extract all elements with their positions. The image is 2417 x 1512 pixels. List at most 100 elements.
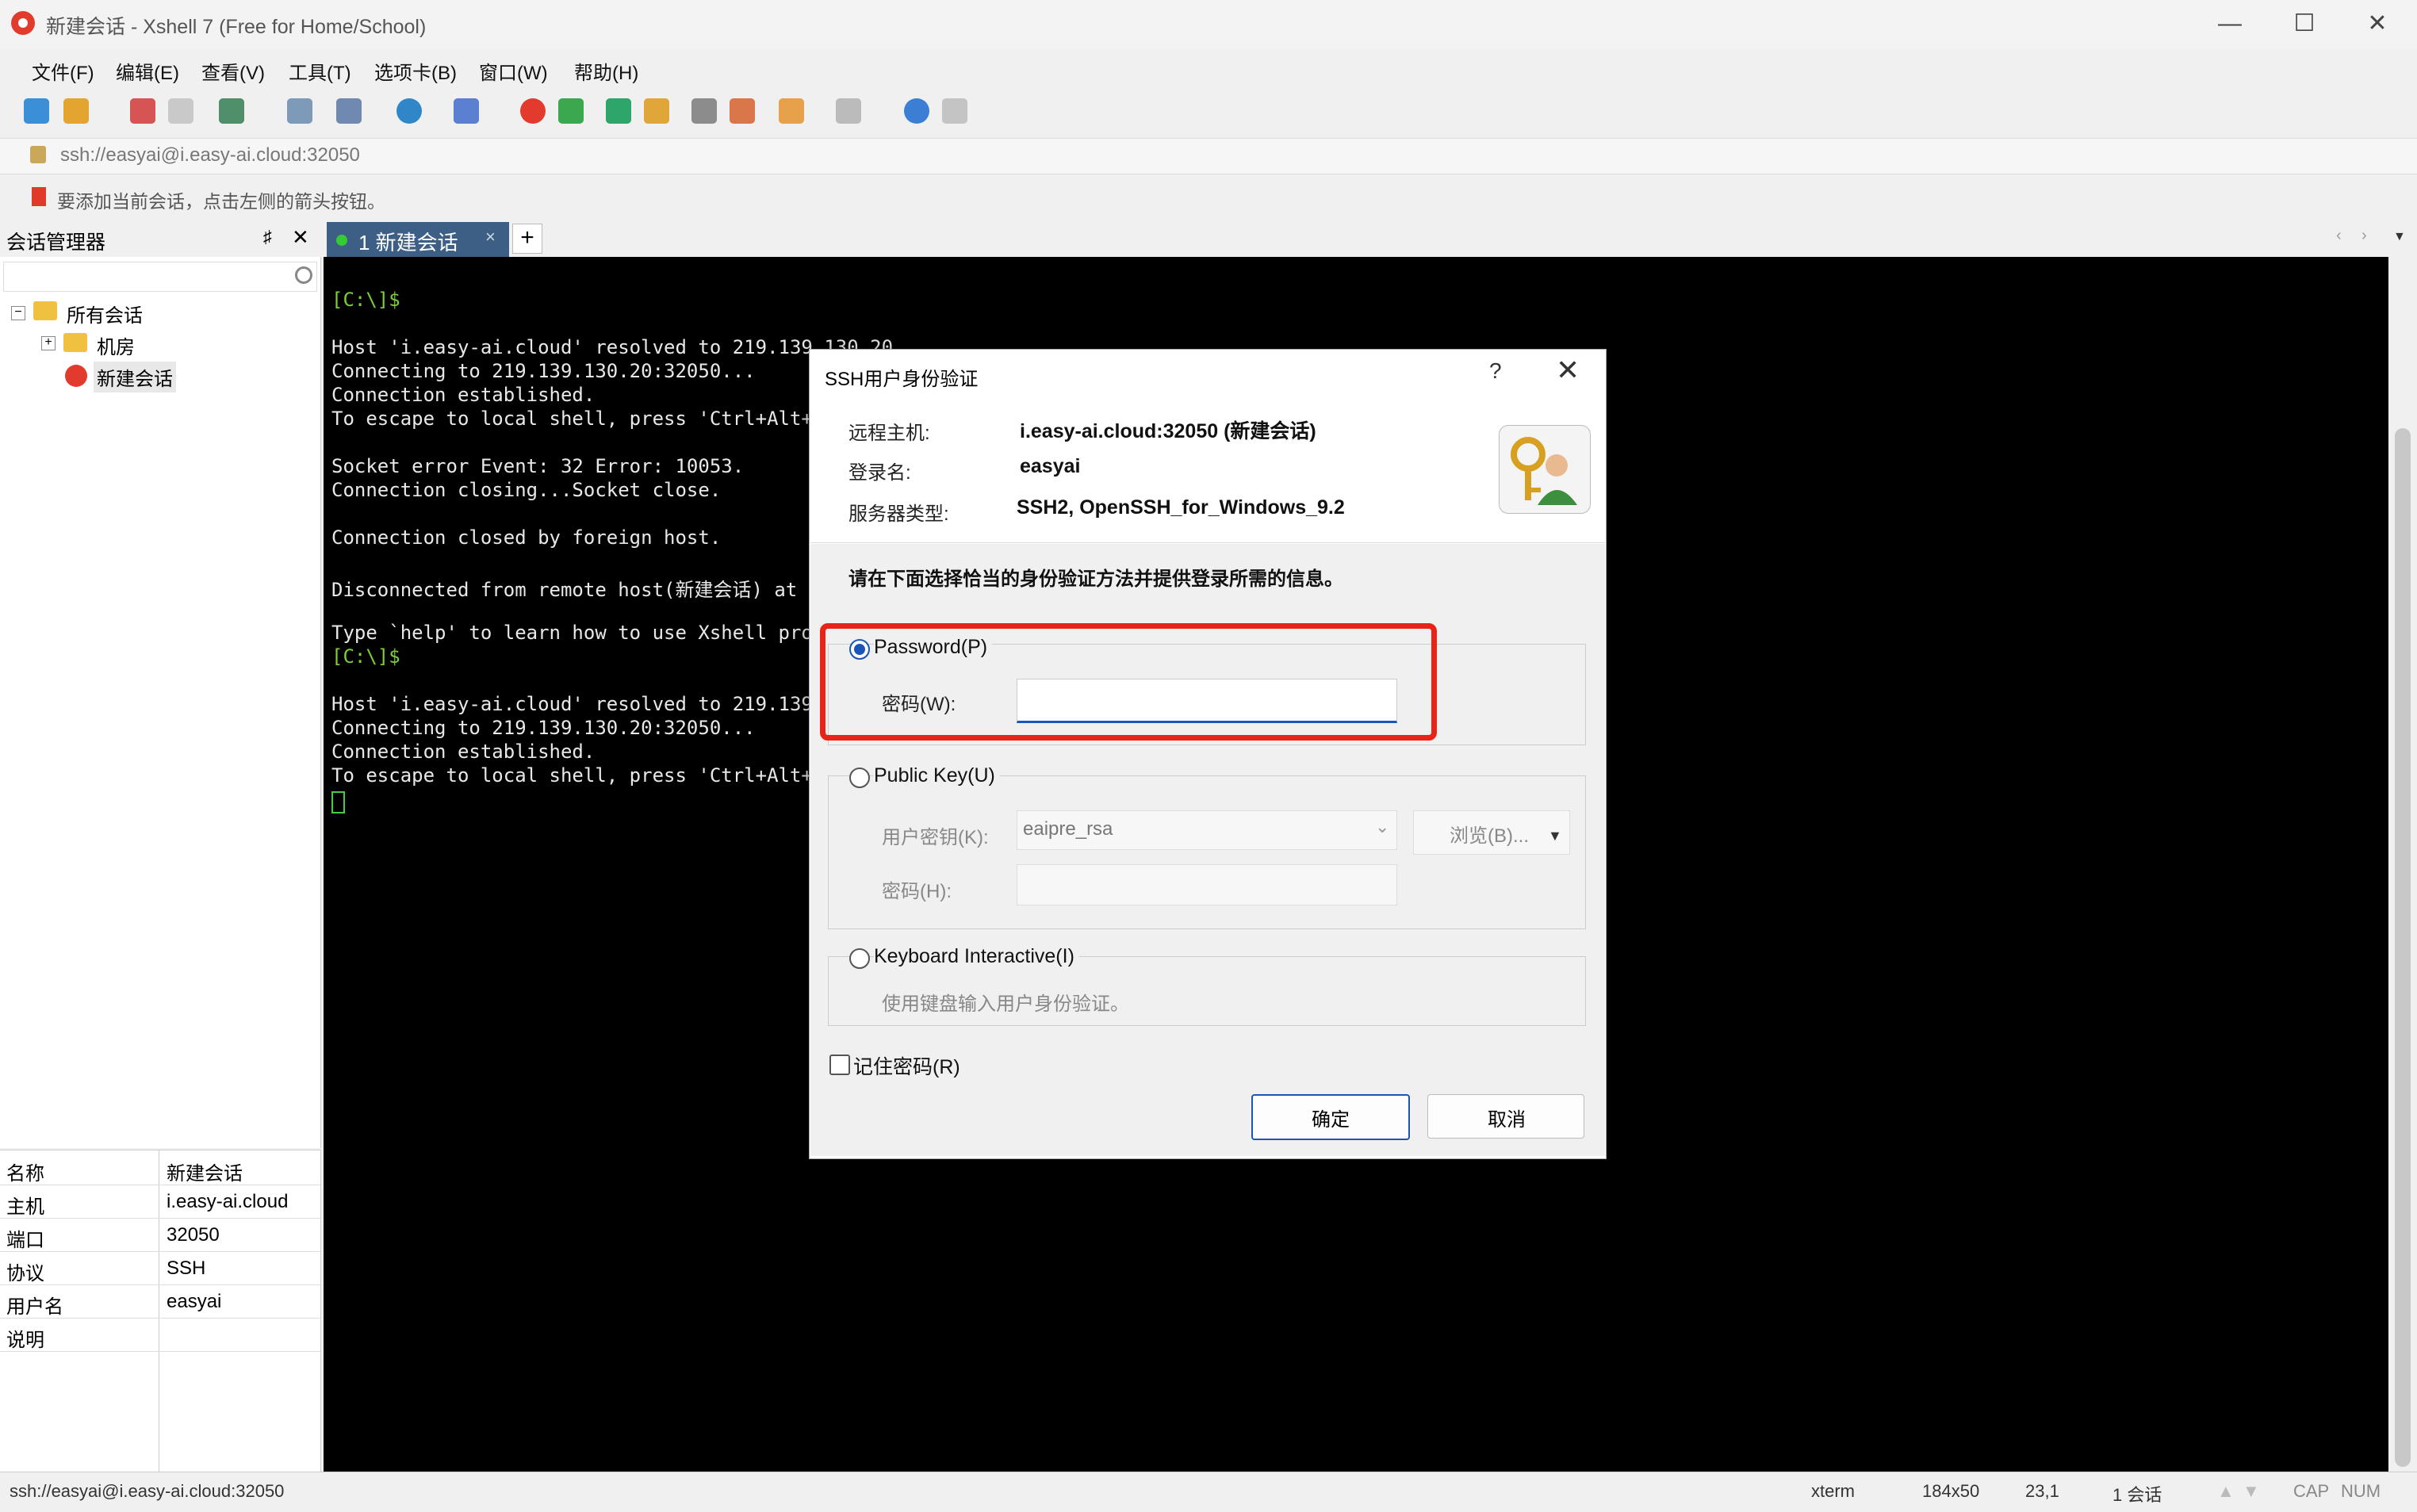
status-cursor-pos: 23,1 [2025,1481,2059,1501]
properties-icon[interactable] [219,98,244,124]
globe-icon[interactable] [396,98,422,124]
menu-tools[interactable]: 工具(T) [289,57,351,85]
pin-icon[interactable]: ♯ [263,227,272,247]
status-caps: CAP [2293,1481,2330,1501]
tree-item-new-session[interactable]: 新建会话 [94,362,176,392]
user-key-label: 用户密钥(K): [882,827,989,848]
folder-icon [63,333,87,352]
terminal-line: Socket error Event: 32 Error: 10053. [331,455,745,477]
xftp-icon[interactable] [558,98,584,124]
table-row: 说明 [0,1318,320,1352]
table-row: 协议 SSH [0,1251,320,1285]
collapse-icon[interactable]: − [11,306,25,320]
user-key-value: eaipre_rsa [1023,818,1113,840]
key-user-icon [1499,425,1591,514]
chat-icon[interactable] [942,98,967,124]
minimize-button[interactable]: — [2212,6,2247,41]
status-num: NUM [2341,1481,2381,1501]
new-session-icon[interactable] [24,98,49,124]
table-row: 名称 新建会话 [0,1151,320,1185]
menu-help[interactable]: 帮助(H) [574,57,638,85]
table-row: 主机 i.easy-ai.cloud [0,1185,320,1219]
terminal-line: [C:\]$ [331,645,400,668]
terminal-line: Type `help' to learn how to use Xshell p… [331,622,825,644]
status-terminal-type: xterm [1811,1481,1855,1501]
public-key-radio[interactable] [849,767,870,788]
disconnect-icon[interactable] [168,98,193,124]
maximize-button[interactable]: ☐ [2287,6,2322,41]
terminal-line: Connection closing...Socket close. [331,479,722,501]
tab-menu-icon[interactable]: ▼ [2393,230,2406,244]
address-text[interactable]: ssh://easyai@i.easy-ai.cloud:32050 [60,144,360,167]
remember-password-label[interactable]: 记住密码(R) [853,1051,960,1080]
remember-password-checkbox[interactable] [829,1055,850,1075]
tree-item-all-sessions[interactable]: 所有会话 [67,300,143,327]
terminal-line: Connection established. [331,741,596,763]
menu-window[interactable]: 窗口(W) [479,57,548,85]
highlight-box [820,623,1437,741]
tab-scroll-right-icon[interactable]: › [2361,227,2367,245]
open-folder-icon[interactable] [63,98,89,124]
session-icon [65,365,87,387]
passphrase-input[interactable] [1017,864,1397,905]
scrollbar-thumb[interactable] [2395,428,2411,1467]
menu-view[interactable]: 查看(V) [201,57,265,85]
hint-text: 要添加当前会话，点击左侧的箭头按钮。 [57,191,385,212]
search-icon[interactable] [295,266,312,284]
help-icon[interactable] [904,98,929,124]
toolbar [0,89,2417,138]
arrow-up-icon[interactable]: ▲ [2217,1481,2235,1502]
tab-scroll-left-icon[interactable]: ‹ [2336,227,2342,245]
window-title: 新建会话 - Xshell 7 (Free for Home/School) [46,16,427,38]
menu-file[interactable]: 文件(F) [32,57,94,85]
layout-icon[interactable] [336,98,362,124]
menu-bar [0,49,2417,89]
menu-edit[interactable]: 编辑(E) [116,57,179,85]
expand-icon[interactable]: + [41,336,56,350]
table-row: 端口 32050 [0,1218,320,1252]
browse-label: 浏览(B)... [1450,825,1529,847]
find-icon[interactable] [287,98,312,124]
keyboard-interactive-radio[interactable] [849,948,870,969]
address-bar[interactable] [0,138,2417,174]
keyboard-interactive-desc: 使用键盘输入用户身份验证。 [882,993,1129,1015]
folder-icon [33,301,57,320]
keyboard-interactive-label[interactable]: Keyboard Interactive(I) [874,945,1079,968]
close-window-button[interactable]: ✕ [2360,6,2395,41]
panel-icon[interactable] [836,98,861,124]
add-tab-button[interactable]: + [512,224,542,254]
highlight-icon[interactable] [730,98,755,124]
xshell-icon[interactable] [520,98,546,124]
chevron-down-icon[interactable]: ⌄ [1375,817,1389,837]
terminal-cursor [331,791,345,813]
terminal-line: To escape to local shell, press 'Ctrl+Al… [331,764,825,787]
add-icon[interactable] [779,98,804,124]
terminal-line: Connection closed by foreign host. [331,526,722,549]
session-search-input[interactable] [3,262,317,292]
dialog-close-button[interactable]: ✕ [1556,354,1580,387]
dialog-title: SSH用户身份验证 [825,369,979,390]
remote-host-value: i.easy-ai.cloud:32050 (新建会话) [1020,420,1316,442]
passphrase-label: 密码(H): [882,881,952,902]
lock-icon[interactable] [644,98,669,124]
session-manager-close-button[interactable]: ✕ [292,225,309,250]
terminal-line: [C:\]$ [331,289,400,311]
keyboard-icon[interactable] [691,98,717,124]
xshell-logo-icon [11,11,35,35]
bookmark-arrow-icon[interactable] [32,187,46,206]
tab-label[interactable]: 1 新建会话 [358,227,458,256]
dialog-help-button[interactable]: ? [1489,358,1502,384]
status-sessions[interactable]: 1 会话 [2112,1481,2162,1506]
table-row: 用户名 easyai [0,1284,320,1319]
public-key-option-label[interactable]: Public Key(U) [874,764,1000,787]
reconnect-icon[interactable] [130,98,155,124]
tab-close-button[interactable]: × [485,227,496,247]
tree-item-jifang[interactable]: 机房 [97,331,135,359]
browse-dropdown-icon[interactable]: ▼ [1548,828,1562,844]
server-type-label: 服务器类型: [848,503,949,525]
font-icon[interactable] [454,98,479,124]
menu-tabs[interactable]: 选项卡(B) [374,57,457,85]
fullscreen-icon[interactable] [606,98,631,124]
arrow-down-icon[interactable]: ▼ [2243,1481,2260,1502]
terminal-line: Connecting to 219.139.130.20:32050... [331,360,756,382]
